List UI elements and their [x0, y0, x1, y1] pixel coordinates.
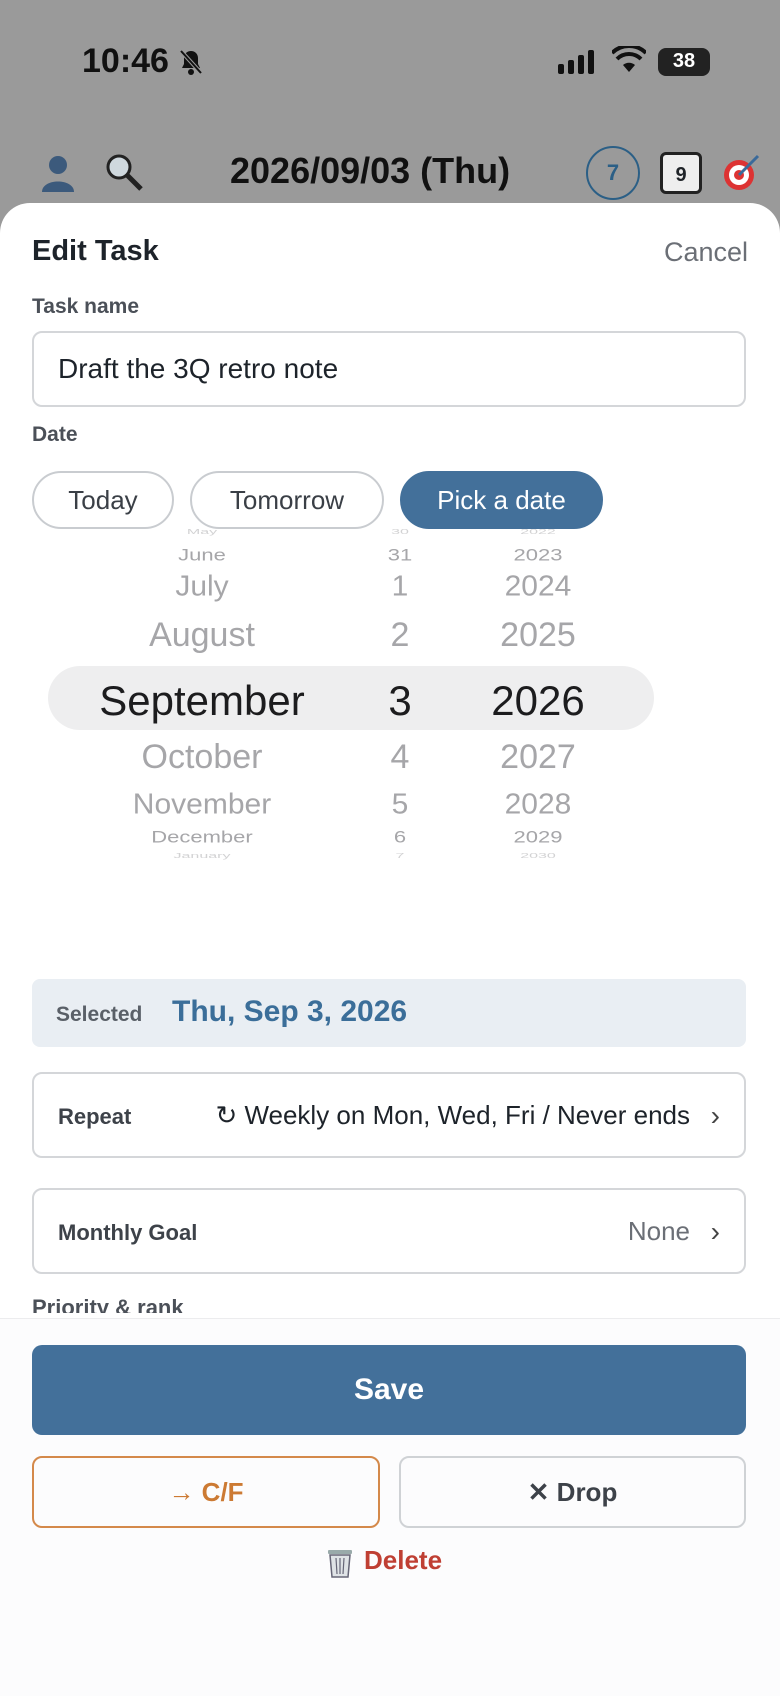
repeat-label: Repeat — [58, 1104, 132, 1129]
repeat-value: ↻ Weekly on Mon, Wed, Fri / Never ends — [215, 1100, 690, 1130]
chevron-right-icon: › — [710, 1100, 720, 1131]
drop-button[interactable]: ✕ Drop — [399, 1456, 746, 1528]
selected-label: Selected — [56, 1003, 143, 1026]
picker-year-option[interactable]: 2025 — [388, 616, 688, 655]
monthly-goal-value: None — [627, 1216, 690, 1246]
delete-label: Delete — [364, 1545, 443, 1575]
picker-year-option[interactable]: 2023 — [388, 545, 688, 565]
picker-year-option[interactable]: 2026 — [388, 677, 688, 725]
picker-year-option[interactable]: 2022 — [388, 528, 688, 536]
date-label: Date — [32, 423, 78, 446]
pick-a-date-button[interactable]: Pick a date — [400, 471, 603, 529]
action-footer: Save → C/F ✕ Drop Delete — [0, 1318, 780, 1696]
battery-level: 38 — [672, 50, 696, 72]
cancel-button[interactable]: Cancel — [664, 237, 748, 268]
sheet-title: Edit Task — [32, 235, 159, 267]
monthly-goal-row[interactable]: Monthly Goal None › — [32, 1188, 746, 1274]
priority-rank-label: Priority & rank — [32, 1295, 184, 1313]
picker-year-option[interactable]: 2024 — [388, 571, 688, 603]
target-goal-icon[interactable] — [722, 152, 762, 192]
trash-icon — [328, 1550, 352, 1578]
date-today-button[interactable]: Today — [32, 471, 174, 529]
picker-year-option[interactable]: 2028 — [388, 789, 688, 821]
picker-year-option[interactable]: 2027 — [388, 738, 688, 777]
delete-button[interactable]: Delete — [326, 1545, 442, 1589]
picker-year-option[interactable]: 2029 — [388, 827, 688, 847]
chevron-right-icon: › — [710, 1216, 720, 1247]
calendar-icon[interactable]: 9 — [660, 152, 702, 194]
current-date-title[interactable]: 2026/09/03 (Thu) — [230, 150, 510, 192]
app-header: 2026/09/03 (Thu) 7 9 — [0, 140, 780, 200]
task-name-input[interactable]: Draft the 3Q retro note — [32, 331, 746, 407]
profile-icon[interactable] — [38, 152, 78, 192]
selected-date-summary: Selected Thu, Sep 3, 2026 — [32, 979, 746, 1047]
wifi-icon — [612, 46, 646, 72]
search-icon[interactable] — [104, 152, 144, 192]
status-bar: 10:46 38 — [0, 0, 780, 130]
monthly-goal-label: Monthly Goal — [58, 1220, 198, 1245]
task-name-label: Task name — [32, 295, 139, 318]
edit-task-sheet: Edit Task Cancel Task name Draft the 3Q … — [0, 203, 780, 1696]
repeat-row[interactable]: Repeat ↻ Weekly on Mon, Wed, Fri / Never… — [32, 1072, 746, 1158]
date-tomorrow-button[interactable]: Tomorrow — [190, 471, 384, 529]
picker-year-option[interactable]: 2030 — [388, 852, 688, 860]
cellular-signal-icon — [558, 50, 594, 74]
date-wheel-picker[interactable]: May June July August September October Novembe… — [40, 528, 660, 873]
save-button[interactable]: Save — [32, 1345, 746, 1435]
carry-forward-button[interactable]: → C/F — [32, 1456, 380, 1528]
status-time: 10:46 — [82, 42, 169, 80]
selected-date-value: Thu, Sep 3, 2026 — [172, 995, 408, 1028]
battery-icon: 38 — [658, 48, 710, 76]
bell-muted-icon — [179, 49, 203, 75]
week-badge[interactable]: 7 — [586, 146, 640, 200]
